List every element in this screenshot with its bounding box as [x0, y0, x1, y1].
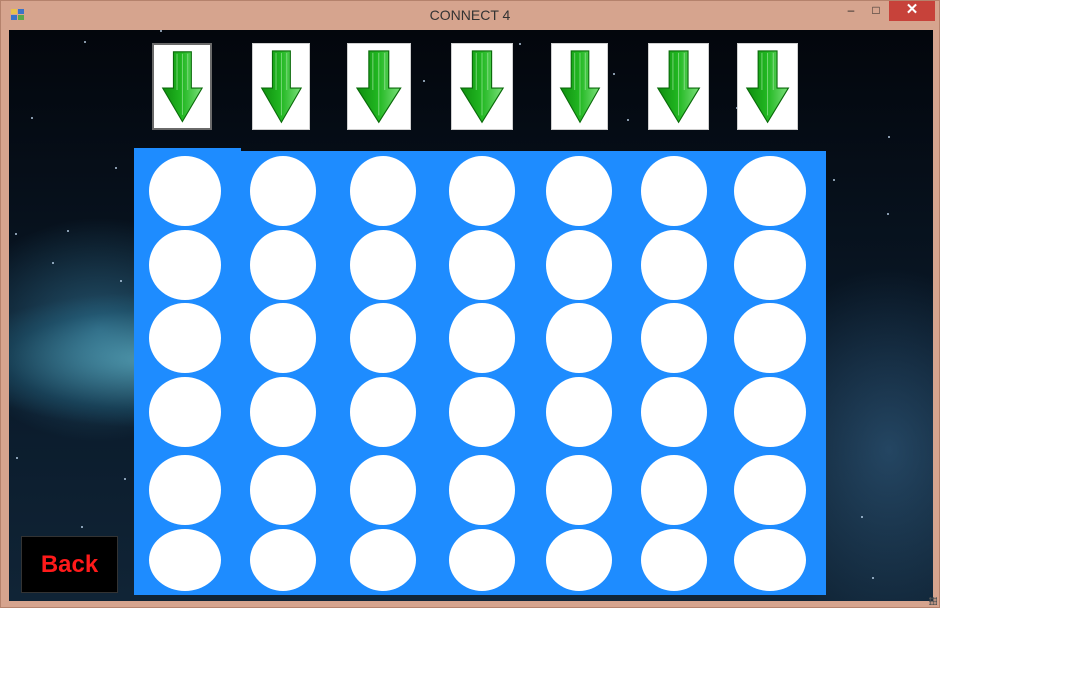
board-slot-r6-c5[interactable]	[546, 529, 612, 591]
drop-button-col-1[interactable]	[152, 43, 212, 130]
board-slot-r2-c1[interactable]	[149, 230, 221, 300]
board-slot-r3-c4[interactable]	[449, 303, 515, 373]
board-slot-r1-c7[interactable]	[734, 156, 806, 226]
board-slot-r4-c2[interactable]	[250, 377, 316, 447]
game-window: CONNECT 4 – □ ✕ Back	[0, 0, 940, 608]
board-slot-r2-c3[interactable]	[350, 230, 416, 300]
board-slot-r2-c2[interactable]	[250, 230, 316, 300]
board-slot-r2-c7[interactable]	[734, 230, 806, 300]
board-slot-r5-c1[interactable]	[149, 455, 221, 525]
green-down-arrow-icon	[356, 50, 402, 124]
drop-button-col-3[interactable]	[347, 43, 411, 130]
board-slot-r1-c1[interactable]	[149, 156, 221, 226]
board-slot-r5-c7[interactable]	[734, 455, 806, 525]
green-down-arrow-icon	[559, 50, 600, 124]
board-slot-r1-c2[interactable]	[250, 156, 316, 226]
board-slot-r5-c5[interactable]	[546, 455, 612, 525]
back-button[interactable]: Back	[21, 536, 118, 593]
board-slot-r2-c4[interactable]	[449, 230, 515, 300]
green-down-arrow-icon	[656, 50, 701, 124]
board-slot-r4-c4[interactable]	[449, 377, 515, 447]
board-slot-r3-c5[interactable]	[546, 303, 612, 373]
board-slot-r4-c3[interactable]	[350, 377, 416, 447]
green-down-arrow-icon	[745, 50, 790, 124]
close-button[interactable]: ✕	[889, 1, 935, 21]
green-down-arrow-icon	[459, 50, 505, 124]
board-slot-r1-c4[interactable]	[449, 156, 515, 226]
window-title: CONNECT 4	[429, 7, 511, 23]
board-slot-r1-c5[interactable]	[546, 156, 612, 226]
board-slot-r5-c4[interactable]	[449, 455, 515, 525]
green-down-arrow-icon	[260, 50, 302, 124]
board-slot-r6-c1[interactable]	[149, 529, 221, 591]
board-slot-r4-c5[interactable]	[546, 377, 612, 447]
board-slot-r3-c7[interactable]	[734, 303, 806, 373]
board-slot-r4-c6[interactable]	[641, 377, 707, 447]
board-slot-r5-c3[interactable]	[350, 455, 416, 525]
drop-button-col-6[interactable]	[648, 43, 709, 130]
board-slot-r3-c1[interactable]	[149, 303, 221, 373]
drop-button-col-5[interactable]	[551, 43, 608, 130]
drop-button-col-2[interactable]	[252, 43, 310, 130]
board-slot-r4-c1[interactable]	[149, 377, 221, 447]
title-bar[interactable]: CONNECT 4 – □ ✕	[1, 1, 939, 29]
maximize-button[interactable]: □	[863, 1, 889, 21]
game-board	[134, 151, 826, 595]
drop-button-col-4[interactable]	[451, 43, 513, 130]
board-slot-r3-c3[interactable]	[350, 303, 416, 373]
board-slot-r6-c3[interactable]	[350, 529, 416, 591]
board-slot-r3-c6[interactable]	[641, 303, 707, 373]
minimize-button[interactable]: –	[839, 1, 863, 21]
board-slot-r6-c4[interactable]	[449, 529, 515, 591]
board-slot-r1-c6[interactable]	[641, 156, 707, 226]
board-slot-r1-c3[interactable]	[350, 156, 416, 226]
board-slot-r5-c6[interactable]	[641, 455, 707, 525]
board-slot-r4-c7[interactable]	[734, 377, 806, 447]
board-slot-r6-c7[interactable]	[734, 529, 806, 591]
board-slot-r2-c6[interactable]	[641, 230, 707, 300]
resize-grip[interactable]	[929, 597, 937, 605]
green-down-arrow-icon	[161, 51, 203, 123]
drop-button-col-7[interactable]	[737, 43, 798, 130]
game-area: Back	[9, 30, 933, 601]
board-slot-r3-c2[interactable]	[250, 303, 316, 373]
board-slot-r2-c5[interactable]	[546, 230, 612, 300]
board-slot-r6-c6[interactable]	[641, 529, 707, 591]
board-slot-r6-c2[interactable]	[250, 529, 316, 591]
board-slot-r5-c2[interactable]	[250, 455, 316, 525]
